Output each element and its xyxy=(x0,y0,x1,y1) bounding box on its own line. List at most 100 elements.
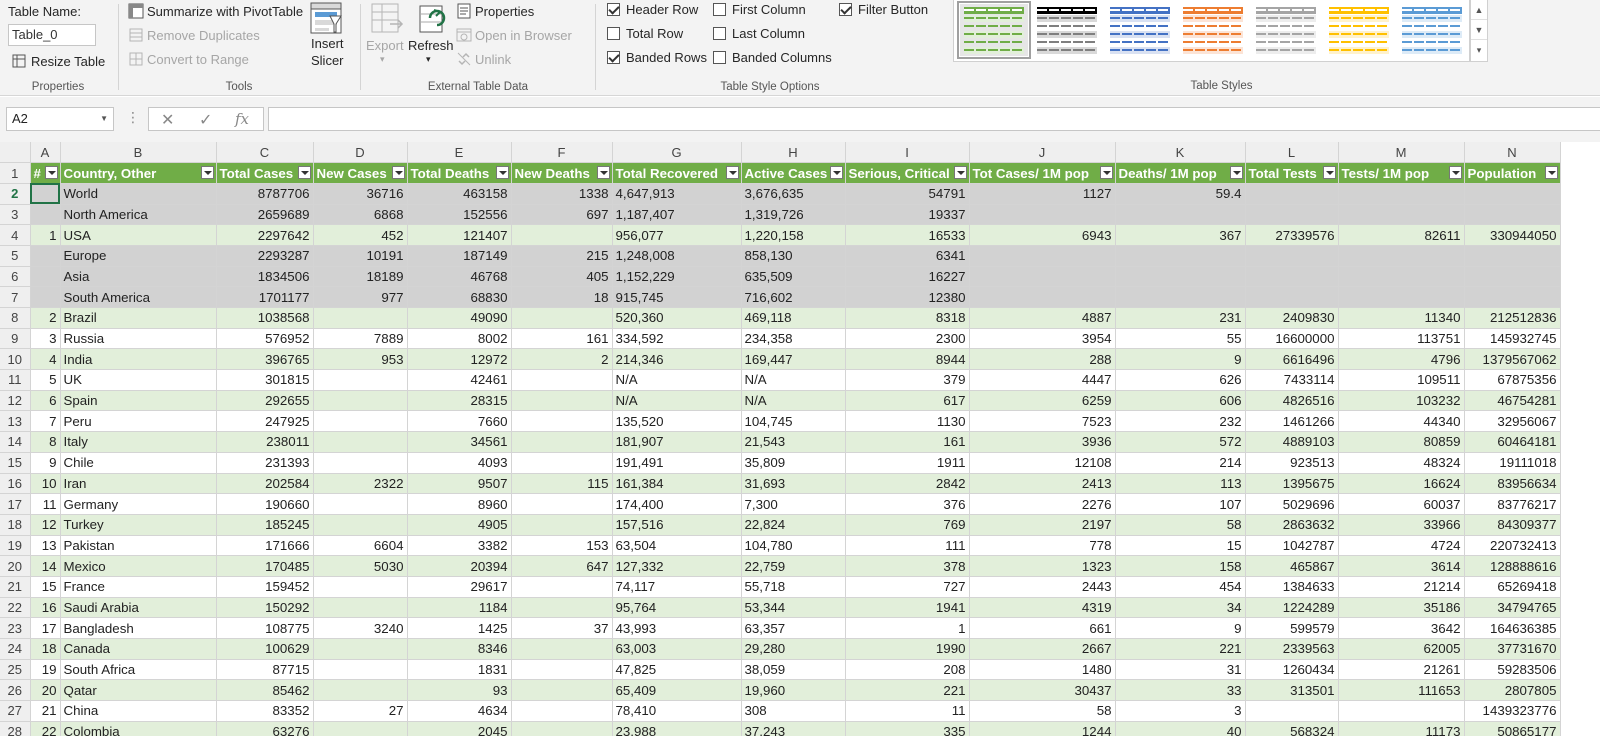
header-cell[interactable]: Deaths/ 1M pop xyxy=(1115,162,1246,184)
cell[interactable]: 2276 xyxy=(969,493,1116,515)
cell[interactable]: 13 xyxy=(30,535,61,557)
cell[interactable]: 231393 xyxy=(216,452,314,474)
cell[interactable]: 43,993 xyxy=(612,617,742,639)
cell[interactable]: 111653 xyxy=(1338,679,1465,702)
cell[interactable]: Chile xyxy=(60,452,217,474)
cell[interactable]: Germany xyxy=(60,493,217,515)
cell[interactable]: 1,319,726 xyxy=(741,204,846,226)
cell[interactable]: 8002 xyxy=(407,328,512,350)
cell[interactable]: 8944 xyxy=(845,348,970,371)
cell[interactable]: Turkey xyxy=(60,514,217,536)
cell[interactable]: 48324 xyxy=(1338,452,1465,474)
cell[interactable]: 161,384 xyxy=(612,473,742,495)
cell[interactable] xyxy=(511,452,613,474)
cell[interactable] xyxy=(969,286,1116,308)
cell[interactable]: 19 xyxy=(30,659,61,681)
cell[interactable]: 1480 xyxy=(969,659,1116,681)
total-row-checkbox[interactable] xyxy=(607,27,620,40)
cell[interactable]: 1831 xyxy=(407,659,512,681)
cell[interactable]: India xyxy=(60,348,217,371)
cell[interactable]: 292655 xyxy=(216,390,314,412)
cell[interactable] xyxy=(1464,286,1561,308)
cell[interactable] xyxy=(313,452,408,474)
cell[interactable]: 54791 xyxy=(845,183,970,205)
cell[interactable]: 82611 xyxy=(1338,224,1465,246)
cell[interactable]: 83956634 xyxy=(1464,473,1561,495)
cell[interactable]: 190660 xyxy=(216,493,314,515)
filter-dropdown-icon[interactable] xyxy=(495,166,509,180)
cell[interactable] xyxy=(313,493,408,515)
cell[interactable]: 1,220,158 xyxy=(741,224,846,246)
cell[interactable]: 21 xyxy=(30,700,61,722)
table-name-input[interactable]: Table_0 xyxy=(8,24,96,46)
column-header-m[interactable]: M xyxy=(1338,142,1465,164)
insert-function-icon[interactable]: fx xyxy=(235,110,249,128)
column-header-b[interactable]: B xyxy=(60,142,217,164)
cell[interactable]: 769 xyxy=(845,514,970,536)
cell[interactable]: 65269418 xyxy=(1464,576,1561,598)
row-number[interactable]: 20 xyxy=(0,555,31,577)
cell[interactable]: 164636385 xyxy=(1464,617,1561,639)
cell[interactable]: 4093 xyxy=(407,452,512,474)
cell[interactable] xyxy=(1464,183,1561,205)
cell[interactable]: 83776217 xyxy=(1464,493,1561,515)
cell[interactable]: 1184 xyxy=(407,597,512,619)
row-number[interactable]: 24 xyxy=(0,638,31,660)
cell[interactable]: 100629 xyxy=(216,638,314,660)
filter-dropdown-icon[interactable] xyxy=(596,166,610,180)
cell[interactable]: 3382 xyxy=(407,535,512,557)
cell[interactable]: 145932745 xyxy=(1464,328,1561,350)
cell[interactable]: 58 xyxy=(1115,514,1246,536)
refresh-button[interactable]: Refresh xyxy=(408,38,454,53)
cell[interactable]: 23,988 xyxy=(612,721,742,736)
column-header-i[interactable]: I xyxy=(845,142,970,164)
cell[interactable]: 15 xyxy=(30,576,61,598)
cell[interactable]: 4905 xyxy=(407,514,512,536)
cell[interactable] xyxy=(1245,286,1339,308)
cell[interactable] xyxy=(1245,700,1339,722)
cell[interactable] xyxy=(511,638,613,660)
cell[interactable]: 2300 xyxy=(845,328,970,350)
cell[interactable]: Russia xyxy=(60,328,217,350)
cell[interactable]: 4724 xyxy=(1338,535,1465,557)
cell[interactable]: 60037 xyxy=(1338,493,1465,515)
cell[interactable]: Bangladesh xyxy=(60,617,217,639)
cell[interactable]: 95,764 xyxy=(612,597,742,619)
cell[interactable]: 2045 xyxy=(407,721,512,736)
cell[interactable]: 7 xyxy=(30,410,61,433)
cell[interactable]: 635,509 xyxy=(741,266,846,288)
cell[interactable]: 170485 xyxy=(216,555,314,577)
filter-dropdown-icon[interactable] xyxy=(297,166,311,180)
cell[interactable] xyxy=(969,266,1116,288)
cell[interactable] xyxy=(969,204,1116,226)
cell[interactable]: 2293287 xyxy=(216,245,314,267)
cell[interactable] xyxy=(313,659,408,681)
cell[interactable]: 4447 xyxy=(969,369,1116,391)
cell[interactable]: 3,676,635 xyxy=(741,183,846,205)
cell[interactable]: 1,248,008 xyxy=(612,245,742,267)
row-number[interactable]: 15 xyxy=(0,452,31,474)
cell[interactable] xyxy=(313,679,408,702)
header-cell[interactable]: Total Deaths xyxy=(407,162,512,184)
cell[interactable]: 185245 xyxy=(216,514,314,536)
cell[interactable] xyxy=(1115,204,1246,226)
cell[interactable]: 59.4 xyxy=(1115,183,1246,205)
cell[interactable]: 367 xyxy=(1115,224,1246,246)
cell[interactable]: 21261 xyxy=(1338,659,1465,681)
cell[interactable]: 6868 xyxy=(313,204,408,226)
row-number[interactable]: 2 xyxy=(0,183,31,205)
cell[interactable]: 4 xyxy=(30,348,61,371)
header-cell[interactable]: Total Recovered xyxy=(612,162,742,184)
cell[interactable]: 3936 xyxy=(969,431,1116,453)
cell[interactable]: 36716 xyxy=(313,183,408,205)
column-header-l[interactable]: L xyxy=(1245,142,1339,164)
cell[interactable]: 161 xyxy=(845,431,970,453)
cell[interactable]: 127,332 xyxy=(612,555,742,577)
cell[interactable] xyxy=(1338,700,1465,722)
cell[interactable]: 405 xyxy=(511,266,613,288)
cell[interactable] xyxy=(1464,204,1561,226)
cell[interactable]: 27339576 xyxy=(1245,224,1339,246)
cell[interactable]: 452 xyxy=(313,224,408,246)
cell[interactable]: 7523 xyxy=(969,410,1116,433)
cell[interactable]: 1461266 xyxy=(1245,410,1339,433)
